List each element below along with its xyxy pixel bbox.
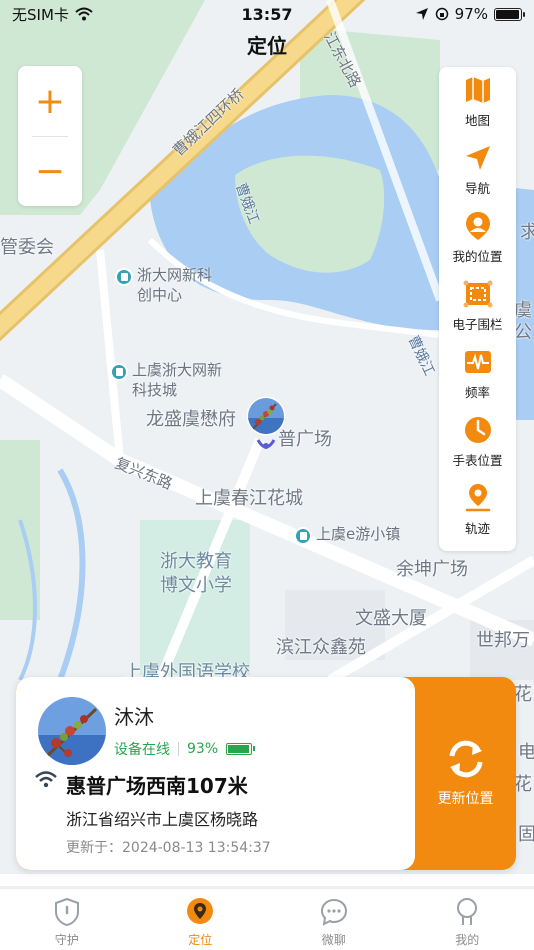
poi-building-icon <box>115 268 133 286</box>
update-time: 更新于：2024-08-13 13:54:37 <box>66 840 271 856</box>
tab-label: 定位 <box>188 933 213 947</box>
map-label-edge: 求 <box>520 222 534 243</box>
map-label-edge: 固 <box>518 824 534 845</box>
poi-building-icon <box>110 363 128 381</box>
zoom-control: + − <box>18 66 82 206</box>
device-battery-percent: 93% <box>187 741 219 757</box>
device-info-panel[interactable]: 沐沐 设备在线 93% 惠普广场西南107米 浙江省绍兴市上虞区杨晓路 更新于：… <box>16 677 415 870</box>
toolbar-map-button[interactable]: 地图 <box>439 75 516 143</box>
tab-guard[interactable]: 守护 <box>22 897 112 948</box>
map-label-zheda-center: 浙大网新科创中心 <box>137 266 213 304</box>
chat-bubble-icon <box>320 898 347 926</box>
device-status-row: 设备在线 93% <box>114 739 256 759</box>
device-battery-fill <box>228 745 249 753</box>
online-status: 设备在线 <box>114 742 170 758</box>
toolbar-navigate-button[interactable]: 导航 <box>439 143 516 211</box>
zoom-out-button[interactable]: − <box>18 136 82 206</box>
device-info-card: 沐沐 设备在线 93% 惠普广场西南107米 浙江省绍兴市上虞区杨晓路 更新于：… <box>16 677 516 870</box>
refresh-location-button[interactable]: 更新位置 <box>415 677 516 870</box>
device-avatar-marker-icon <box>246 396 286 449</box>
map-toolbar: 地图 导航 我的位置 电子围栏 频率 手表位置 轨迹 <box>439 67 516 551</box>
zoom-in-button[interactable]: + <box>18 66 82 136</box>
status-bar: 无SIM卡 13:57 97% <box>0 0 534 28</box>
carrier-text: 无SIM卡 <box>12 5 69 24</box>
track-icon <box>465 484 490 512</box>
map-label-edge: 虞公 <box>514 300 532 343</box>
battery-percent: 97% <box>454 5 488 23</box>
map-label-wensheng: 文盛大厦 <box>355 608 427 629</box>
orientation-lock-icon <box>435 7 448 21</box>
profile-icon <box>457 898 478 925</box>
tab-label: 微聊 <box>321 933 346 947</box>
map-label-square: 普广场 <box>278 429 332 450</box>
device-name: 沐沐 <box>114 705 154 729</box>
refresh-icon <box>449 740 482 777</box>
avatar[interactable] <box>38 697 106 765</box>
toolbar-track-button[interactable]: 轨迹 <box>439 483 516 551</box>
toolbar-label: 导航 <box>464 181 490 196</box>
battery-fill <box>496 9 520 19</box>
map-label-yukun: 余坤广场 <box>396 559 468 580</box>
page-title: 定位 <box>247 34 287 58</box>
avatar-image <box>38 697 106 765</box>
map-label-zheda-school: 浙大教育博文小学 <box>160 551 232 596</box>
status-time: 13:57 <box>241 4 293 24</box>
map-poi-shangyu-zheda[interactable]: 上虞浙大网新科技城 <box>110 360 222 400</box>
map-label-chunjiang: 上虞春江花城 <box>195 488 303 509</box>
location-address: 浙江省绍兴市上虞区杨晓路 <box>66 810 259 829</box>
status-left: 无SIM卡 <box>12 4 93 25</box>
map-label-egame: 上虞e游小镇 <box>316 525 401 543</box>
toolbar-label: 手表位置 <box>452 453 503 468</box>
location-name: 惠普广场西南107米 <box>66 774 248 798</box>
divider <box>178 742 179 756</box>
wifi-signal-icon <box>35 771 57 788</box>
map-icon <box>465 77 490 103</box>
status-right: 97% <box>415 5 525 23</box>
toolbar-label: 地图 <box>464 113 490 128</box>
map-label-shibang: 世邦万 <box>476 630 530 651</box>
toolbar-label: 频率 <box>464 385 490 400</box>
zoom-divider <box>32 136 68 137</box>
device-battery-icon <box>226 743 256 755</box>
map-label-binjiang: 滨江众鑫苑 <box>276 637 366 658</box>
location-pin-icon <box>187 898 214 924</box>
map-label-edge: 电 <box>518 742 534 763</box>
navigation-icon <box>465 146 490 170</box>
toolbar-label: 电子围栏 <box>452 317 503 332</box>
map-label-committee: 管委会 <box>0 237 54 258</box>
toolbar-label: 我的位置 <box>452 249 503 264</box>
map-label-edge: 花 <box>514 774 532 795</box>
tab-label: 我的 <box>455 933 480 947</box>
map-label-edge: 花 <box>514 684 532 705</box>
tab-locate[interactable]: 定位 <box>155 897 245 948</box>
frequency-icon <box>464 351 491 373</box>
toolbar-fence-button[interactable]: 电子围栏 <box>439 279 516 347</box>
tab-mine[interactable]: 我的 <box>422 897 512 948</box>
device-location-marker[interactable] <box>246 396 286 458</box>
map-poi-zheda-center[interactable]: 浙大网新科创中心 <box>115 265 221 305</box>
map-label-shangyu-zheda: 上虞浙大网新科技城 <box>132 361 223 399</box>
refresh-label: 更新位置 <box>437 790 494 807</box>
toolbar-frequency-button[interactable]: 频率 <box>439 347 516 415</box>
toolbar-my-location-button[interactable]: 我的位置 <box>439 211 516 279</box>
fence-icon <box>463 280 492 308</box>
wifi-icon <box>75 7 93 21</box>
shield-icon <box>54 897 79 927</box>
tab-chat[interactable]: 微聊 <box>289 897 379 948</box>
poi-building-icon <box>294 527 312 545</box>
toolbar-label: 轨迹 <box>464 521 490 536</box>
battery-icon <box>494 7 525 21</box>
map-label-longsheng: 龙盛虞懋府 <box>146 409 236 430</box>
toolbar-watch-location-button[interactable]: 手表位置 <box>439 415 516 483</box>
watch-location-icon <box>464 417 491 443</box>
map-poi-egame[interactable]: 上虞e游小镇 <box>294 524 400 545</box>
person-location-icon <box>465 212 490 240</box>
tab-bar: 守护 定位 微聊 我的 <box>0 888 534 950</box>
location-arrow-icon <box>415 8 428 20</box>
tab-label: 守护 <box>54 933 79 947</box>
